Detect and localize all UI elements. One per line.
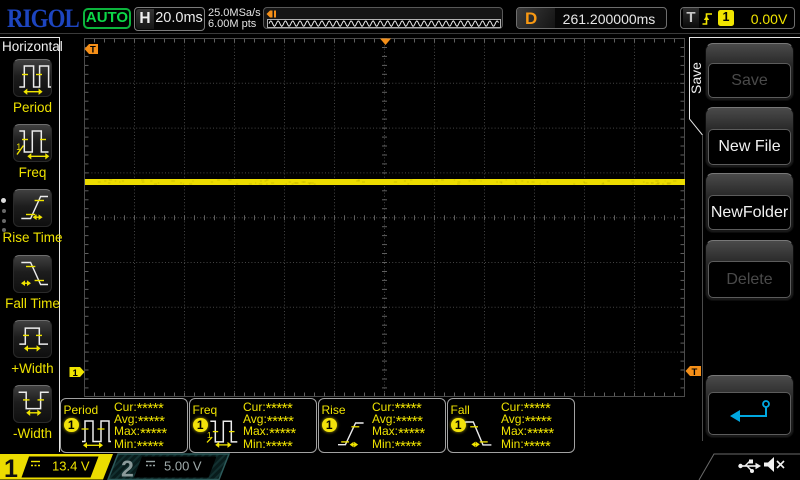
- svg-text:13.4 V: 13.4 V: [52, 459, 90, 474]
- svg-text:2: 2: [121, 456, 134, 480]
- svg-text:1: 1: [16, 142, 21, 152]
- svg-text:5.00 V: 5.00 V: [164, 459, 202, 474]
- svg-text:1: 1: [207, 431, 212, 440]
- svg-text:T: T: [90, 45, 96, 56]
- svg-text:1: 1: [4, 455, 18, 480]
- svg-text:1: 1: [73, 368, 79, 379]
